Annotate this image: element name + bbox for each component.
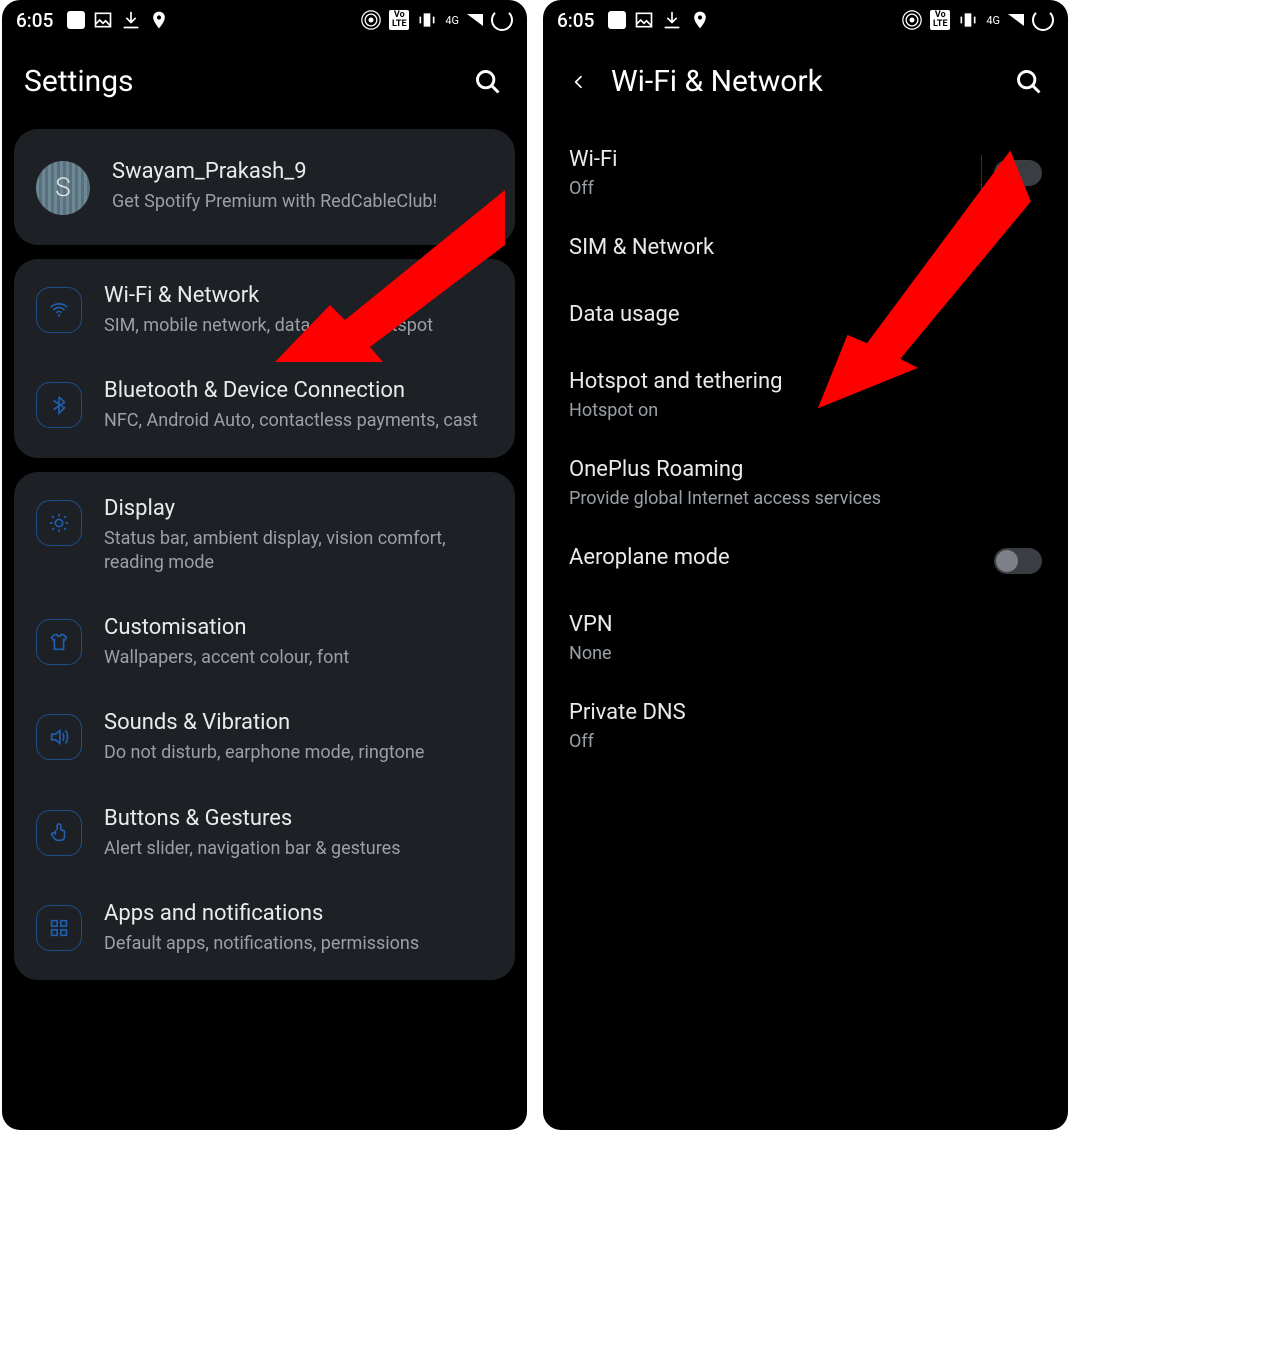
aeroplane-toggle[interactable]	[994, 548, 1042, 574]
app-icon	[67, 11, 85, 29]
apps-grid-icon	[36, 905, 82, 951]
vibrate-icon	[417, 10, 437, 30]
status-time: 6:05	[557, 9, 594, 32]
item-sub: Default apps, notifications, permissions	[104, 932, 493, 956]
list-item-data-usage[interactable]: Data usage	[543, 284, 1068, 351]
item-title: Bluetooth & Device Connection	[104, 378, 493, 403]
bluetooth-icon	[36, 382, 82, 428]
item-title: Buttons & Gestures	[104, 806, 493, 831]
app-icon	[608, 11, 626, 29]
wifi-icon	[36, 287, 82, 333]
image-icon	[93, 10, 113, 30]
settings-item-bluetooth[interactable]: Bluetooth & Device Connection NFC, Andro…	[14, 358, 515, 453]
phone-wifi-network: 6:05 VoLTE 4G Wi-Fi & Network	[543, 0, 1068, 1130]
network-type: 4G	[445, 14, 459, 27]
avatar: S	[36, 161, 90, 215]
list-item-hotspot[interactable]: Hotspot and tethering Hotspot on	[543, 351, 1068, 439]
network-type: 4G	[986, 14, 1000, 27]
item-title: Customisation	[104, 615, 493, 640]
chevron-left-icon	[571, 70, 587, 94]
image-icon	[634, 10, 654, 30]
search-button[interactable]	[471, 65, 505, 99]
item-sub: Status bar, ambient display, vision comf…	[104, 527, 493, 576]
item-title: Data usage	[569, 302, 1042, 327]
settings-list: Wi-Fi Off SIM & Network Data usage Hotsp…	[543, 129, 1068, 770]
shirt-icon	[36, 619, 82, 665]
connectivity-card: Wi-Fi & Network SIM, mobile network, dat…	[14, 259, 515, 458]
volte-icon: VoLTE	[930, 10, 950, 30]
item-title: Aeroplane mode	[569, 545, 994, 570]
settings-item-wifi-network[interactable]: Wi-Fi & Network SIM, mobile network, dat…	[14, 263, 515, 358]
wifi-toggle[interactable]	[994, 160, 1042, 186]
page-header: Settings	[2, 40, 527, 129]
search-icon	[1015, 68, 1043, 96]
item-sub: SIM, mobile network, data usage, hotspot	[104, 314, 493, 338]
item-sub: Off	[569, 731, 1042, 752]
item-title: Private DNS	[569, 700, 1042, 725]
item-title: Apps and notifications	[104, 901, 493, 926]
item-sub: NFC, Android Auto, contactless payments,…	[104, 409, 493, 433]
settings-item-buttons[interactable]: Buttons & Gestures Alert slider, navigat…	[14, 786, 515, 881]
location-icon	[690, 10, 710, 30]
item-sub: Provide global Internet access services	[569, 488, 1042, 509]
item-title: Hotspot and tethering	[569, 369, 1042, 394]
search-icon	[474, 68, 502, 96]
list-item-wifi[interactable]: Wi-Fi Off	[543, 129, 1068, 217]
list-item-sim-network[interactable]: SIM & Network	[543, 217, 1068, 284]
item-sub: None	[569, 643, 1042, 664]
item-sub: Alert slider, navigation bar & gestures	[104, 837, 493, 861]
profile-name: Swayam_Prakash_9	[112, 159, 493, 184]
status-bar: 6:05 VoLTE 4G	[543, 0, 1068, 40]
search-button[interactable]	[1012, 65, 1046, 99]
page-title: Wi-Fi & Network	[611, 64, 823, 99]
item-title: OnePlus Roaming	[569, 457, 1042, 482]
item-sub: Do not disturb, earphone mode, ringtone	[104, 741, 493, 765]
speaker-icon	[36, 714, 82, 760]
page-header: Wi-Fi & Network	[543, 40, 1068, 129]
item-sub: Hotspot on	[569, 400, 1042, 421]
back-button[interactable]	[565, 68, 593, 96]
cast-icon	[902, 10, 922, 30]
separator	[981, 155, 982, 191]
status-time: 6:05	[16, 9, 53, 32]
profile-subtitle: Get Spotify Premium with RedCableClub!	[112, 190, 493, 214]
item-sub: Wallpapers, accent colour, font	[104, 646, 493, 670]
profile-card[interactable]: S Swayam_Prakash_9 Get Spotify Premium w…	[14, 129, 515, 245]
settings-item-customisation[interactable]: Customisation Wallpapers, accent colour,…	[14, 595, 515, 690]
item-title: Display	[104, 496, 493, 521]
signal-icon	[1008, 14, 1024, 26]
tap-icon	[36, 810, 82, 856]
avatar-initial: S	[55, 173, 70, 203]
list-item-vpn[interactable]: VPN None	[543, 594, 1068, 682]
download-icon	[121, 10, 141, 30]
brightness-icon	[36, 500, 82, 546]
settings-item-sounds[interactable]: Sounds & Vibration Do not disturb, earph…	[14, 690, 515, 785]
download-icon	[662, 10, 682, 30]
vibrate-icon	[958, 10, 978, 30]
list-item-aeroplane[interactable]: Aeroplane mode	[543, 527, 1068, 594]
item-title: Wi-Fi	[569, 147, 981, 172]
display-card: Display Status bar, ambient display, vis…	[14, 472, 515, 981]
item-title: SIM & Network	[569, 235, 1042, 260]
volte-icon: VoLTE	[389, 10, 409, 30]
item-sub: Off	[569, 178, 981, 199]
item-title: Wi-Fi & Network	[104, 283, 493, 308]
loading-spinner-icon	[1032, 9, 1054, 31]
list-item-private-dns[interactable]: Private DNS Off	[543, 682, 1068, 770]
item-title: Sounds & Vibration	[104, 710, 493, 735]
phone-settings: 6:05 VoLTE 4G Settings S	[2, 0, 527, 1130]
item-title: VPN	[569, 612, 1042, 637]
cast-icon	[361, 10, 381, 30]
list-item-roaming[interactable]: OnePlus Roaming Provide global Internet …	[543, 439, 1068, 527]
page-title: Settings	[24, 64, 134, 99]
settings-item-apps[interactable]: Apps and notifications Default apps, not…	[14, 881, 515, 976]
location-icon	[149, 10, 169, 30]
status-bar: 6:05 VoLTE 4G	[2, 0, 527, 40]
loading-spinner-icon	[491, 9, 513, 31]
settings-item-display[interactable]: Display Status bar, ambient display, vis…	[14, 476, 515, 596]
signal-icon	[467, 14, 483, 26]
